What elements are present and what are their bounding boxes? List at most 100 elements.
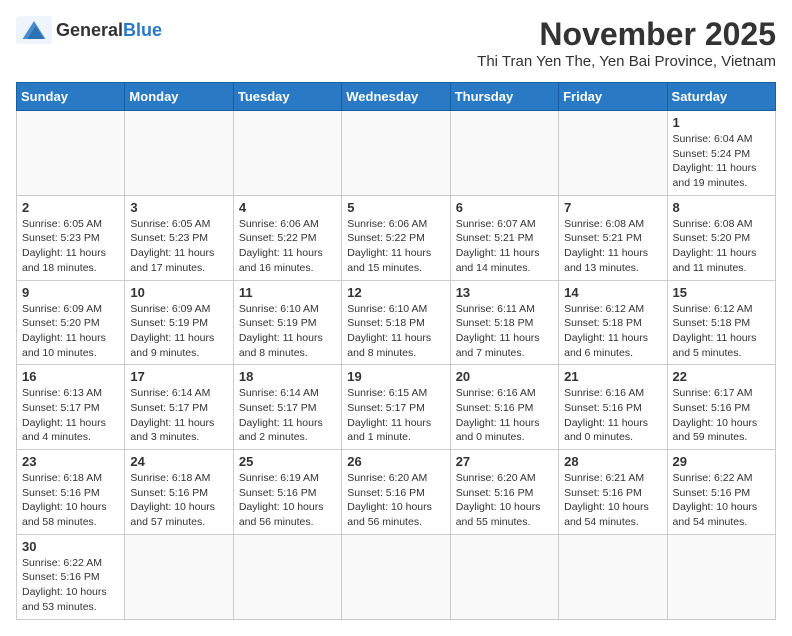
header-wednesday: Wednesday	[342, 83, 450, 111]
calendar-row-2: 2 Sunrise: 6:05 AMSunset: 5:23 PMDayligh…	[17, 195, 776, 280]
day-info-6: Sunrise: 6:07 AMSunset: 5:21 PMDaylight:…	[456, 217, 553, 276]
day-8: 8 Sunrise: 6:08 AMSunset: 5:20 PMDayligh…	[667, 195, 775, 280]
empty-cell	[667, 534, 775, 619]
day-21: 21 Sunrise: 6:16 AMSunset: 5:16 PMDaylig…	[559, 365, 667, 450]
day-2: 2 Sunrise: 6:05 AMSunset: 5:23 PMDayligh…	[17, 195, 125, 280]
empty-cell	[125, 534, 233, 619]
empty-cell	[342, 111, 450, 196]
empty-cell	[17, 111, 125, 196]
day-number-17: 17	[130, 369, 227, 384]
day-info-28: Sunrise: 6:21 AMSunset: 5:16 PMDaylight:…	[564, 471, 661, 530]
day-number-15: 15	[673, 285, 770, 300]
logo: GeneralBlue	[16, 16, 162, 44]
day-info-9: Sunrise: 6:09 AMSunset: 5:20 PMDaylight:…	[22, 302, 119, 361]
day-number-10: 10	[130, 285, 227, 300]
day-1: 1 Sunrise: 6:04 AMSunset: 5:24 PMDayligh…	[667, 111, 775, 196]
day-20: 20 Sunrise: 6:16 AMSunset: 5:16 PMDaylig…	[450, 365, 558, 450]
header-friday: Friday	[559, 83, 667, 111]
day-13: 13 Sunrise: 6:11 AMSunset: 5:18 PMDaylig…	[450, 280, 558, 365]
day-23: 23 Sunrise: 6:18 AMSunset: 5:16 PMDaylig…	[17, 450, 125, 535]
calendar-row-3: 9 Sunrise: 6:09 AMSunset: 5:20 PMDayligh…	[17, 280, 776, 365]
weekday-header-row: Sunday Monday Tuesday Wednesday Thursday…	[17, 83, 776, 111]
day-number-3: 3	[130, 200, 227, 215]
day-info-4: Sunrise: 6:06 AMSunset: 5:22 PMDaylight:…	[239, 217, 336, 276]
day-30: 30 Sunrise: 6:22 AMSunset: 5:16 PMDaylig…	[17, 534, 125, 619]
day-number-13: 13	[456, 285, 553, 300]
day-25: 25 Sunrise: 6:19 AMSunset: 5:16 PMDaylig…	[233, 450, 341, 535]
empty-cell	[233, 111, 341, 196]
day-number-24: 24	[130, 454, 227, 469]
location-subtitle: Thi Tran Yen The, Yen Bai Province, Viet…	[477, 53, 776, 70]
logo-icon	[16, 16, 52, 44]
day-number-14: 14	[564, 285, 661, 300]
day-number-4: 4	[239, 200, 336, 215]
day-info-13: Sunrise: 6:11 AMSunset: 5:18 PMDaylight:…	[456, 302, 553, 361]
day-28: 28 Sunrise: 6:21 AMSunset: 5:16 PMDaylig…	[559, 450, 667, 535]
day-19: 19 Sunrise: 6:15 AMSunset: 5:17 PMDaylig…	[342, 365, 450, 450]
empty-cell	[559, 111, 667, 196]
calendar-table: Sunday Monday Tuesday Wednesday Thursday…	[16, 82, 776, 620]
header-thursday: Thursday	[450, 83, 558, 111]
day-10: 10 Sunrise: 6:09 AMSunset: 5:19 PMDaylig…	[125, 280, 233, 365]
empty-cell	[342, 534, 450, 619]
day-number-7: 7	[564, 200, 661, 215]
header-tuesday: Tuesday	[233, 83, 341, 111]
day-number-6: 6	[456, 200, 553, 215]
day-info-30: Sunrise: 6:22 AMSunset: 5:16 PMDaylight:…	[22, 556, 119, 615]
month-year-title: November 2025	[477, 16, 776, 53]
day-info-1: Sunrise: 6:04 AMSunset: 5:24 PMDaylight:…	[673, 132, 770, 191]
day-number-27: 27	[456, 454, 553, 469]
day-24: 24 Sunrise: 6:18 AMSunset: 5:16 PMDaylig…	[125, 450, 233, 535]
day-22: 22 Sunrise: 6:17 AMSunset: 5:16 PMDaylig…	[667, 365, 775, 450]
day-info-2: Sunrise: 6:05 AMSunset: 5:23 PMDaylight:…	[22, 217, 119, 276]
day-info-23: Sunrise: 6:18 AMSunset: 5:16 PMDaylight:…	[22, 471, 119, 530]
header-monday: Monday	[125, 83, 233, 111]
day-info-20: Sunrise: 6:16 AMSunset: 5:16 PMDaylight:…	[456, 386, 553, 445]
day-number-23: 23	[22, 454, 119, 469]
day-number-1: 1	[673, 115, 770, 130]
day-info-11: Sunrise: 6:10 AMSunset: 5:19 PMDaylight:…	[239, 302, 336, 361]
day-16: 16 Sunrise: 6:13 AMSunset: 5:17 PMDaylig…	[17, 365, 125, 450]
day-info-22: Sunrise: 6:17 AMSunset: 5:16 PMDaylight:…	[673, 386, 770, 445]
day-number-12: 12	[347, 285, 444, 300]
day-14: 14 Sunrise: 6:12 AMSunset: 5:18 PMDaylig…	[559, 280, 667, 365]
empty-cell	[559, 534, 667, 619]
day-info-27: Sunrise: 6:20 AMSunset: 5:16 PMDaylight:…	[456, 471, 553, 530]
day-number-30: 30	[22, 539, 119, 554]
day-11: 11 Sunrise: 6:10 AMSunset: 5:19 PMDaylig…	[233, 280, 341, 365]
empty-cell	[125, 111, 233, 196]
day-info-25: Sunrise: 6:19 AMSunset: 5:16 PMDaylight:…	[239, 471, 336, 530]
day-info-17: Sunrise: 6:14 AMSunset: 5:17 PMDaylight:…	[130, 386, 227, 445]
day-number-19: 19	[347, 369, 444, 384]
day-info-19: Sunrise: 6:15 AMSunset: 5:17 PMDaylight:…	[347, 386, 444, 445]
day-info-14: Sunrise: 6:12 AMSunset: 5:18 PMDaylight:…	[564, 302, 661, 361]
calendar-row-6: 30 Sunrise: 6:22 AMSunset: 5:16 PMDaylig…	[17, 534, 776, 619]
empty-cell	[450, 111, 558, 196]
page-header: GeneralBlue November 2025 Thi Tran Yen T…	[16, 16, 776, 70]
logo-text: GeneralBlue	[56, 20, 162, 41]
day-4: 4 Sunrise: 6:06 AMSunset: 5:22 PMDayligh…	[233, 195, 341, 280]
day-26: 26 Sunrise: 6:20 AMSunset: 5:16 PMDaylig…	[342, 450, 450, 535]
day-number-11: 11	[239, 285, 336, 300]
empty-cell	[233, 534, 341, 619]
day-info-7: Sunrise: 6:08 AMSunset: 5:21 PMDaylight:…	[564, 217, 661, 276]
day-info-8: Sunrise: 6:08 AMSunset: 5:20 PMDaylight:…	[673, 217, 770, 276]
day-number-29: 29	[673, 454, 770, 469]
day-17: 17 Sunrise: 6:14 AMSunset: 5:17 PMDaylig…	[125, 365, 233, 450]
day-number-5: 5	[347, 200, 444, 215]
day-number-21: 21	[564, 369, 661, 384]
day-info-21: Sunrise: 6:16 AMSunset: 5:16 PMDaylight:…	[564, 386, 661, 445]
day-6: 6 Sunrise: 6:07 AMSunset: 5:21 PMDayligh…	[450, 195, 558, 280]
day-number-2: 2	[22, 200, 119, 215]
day-number-26: 26	[347, 454, 444, 469]
calendar-row-1: 1 Sunrise: 6:04 AMSunset: 5:24 PMDayligh…	[17, 111, 776, 196]
header-saturday: Saturday	[667, 83, 775, 111]
day-3: 3 Sunrise: 6:05 AMSunset: 5:23 PMDayligh…	[125, 195, 233, 280]
day-number-9: 9	[22, 285, 119, 300]
day-number-28: 28	[564, 454, 661, 469]
day-info-26: Sunrise: 6:20 AMSunset: 5:16 PMDaylight:…	[347, 471, 444, 530]
day-info-10: Sunrise: 6:09 AMSunset: 5:19 PMDaylight:…	[130, 302, 227, 361]
day-info-18: Sunrise: 6:14 AMSunset: 5:17 PMDaylight:…	[239, 386, 336, 445]
calendar-row-5: 23 Sunrise: 6:18 AMSunset: 5:16 PMDaylig…	[17, 450, 776, 535]
header-sunday: Sunday	[17, 83, 125, 111]
